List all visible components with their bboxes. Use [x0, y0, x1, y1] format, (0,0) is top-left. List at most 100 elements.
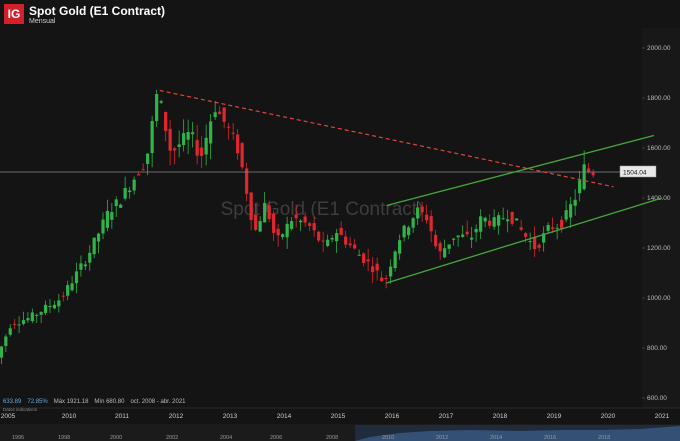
candle-body [281, 234, 285, 237]
candle-body [326, 239, 330, 247]
candle-body [182, 133, 186, 146]
candle-body [380, 277, 384, 282]
candle-body [92, 237, 96, 255]
candle-body [146, 153, 150, 164]
candle-body [591, 172, 595, 176]
candle-body [312, 223, 316, 231]
candle-body [420, 206, 424, 213]
candle-body [524, 233, 528, 237]
candle-body [501, 218, 505, 220]
navigator-tick-label: 2014 [490, 435, 502, 441]
x-tick-label: 2005 [1, 413, 16, 420]
candle-body [438, 243, 442, 252]
y-tick-label: 600.00 [647, 395, 667, 402]
stat-min: Mín 680.80 [94, 399, 125, 405]
candle-body [231, 132, 235, 134]
candle-body [299, 220, 303, 223]
candle-body [371, 266, 375, 273]
y-tick-label: 1200.00 [647, 245, 671, 252]
candle-body [213, 112, 217, 118]
candle-body [227, 126, 231, 128]
x-tick-label: 2010 [62, 413, 77, 420]
candle-body [276, 228, 280, 236]
indicative-data-label: Datos indicativos [3, 407, 38, 412]
x-tick-label: 2018 [493, 413, 508, 420]
candle-body [353, 244, 357, 249]
candle-body [578, 180, 582, 194]
stat-max: Máx 1921.18 [53, 399, 89, 405]
candle-body [357, 254, 361, 256]
x-tick-label: 2012 [169, 413, 184, 420]
navigator-tick-label: 2012 [436, 435, 448, 441]
y-tick-label: 1800.00 [647, 95, 671, 102]
candle-body [461, 234, 465, 237]
candle-body [21, 320, 26, 324]
price-chart[interactable]: 600.00800.001000.001200.001400.001600.00… [0, 0, 680, 441]
candle-body [13, 323, 17, 325]
candle-body [546, 225, 550, 231]
candle-body [384, 278, 388, 280]
candle-body [582, 164, 586, 190]
candle-body [303, 216, 307, 223]
x-tick-label: 2017 [439, 413, 454, 420]
y-tick-label: 1000.00 [647, 295, 671, 302]
candle-body [110, 212, 114, 220]
candle-body [497, 215, 501, 226]
x-tick-label: 2013 [223, 413, 238, 420]
candle-body [452, 238, 456, 240]
y-tick-label: 2000.00 [647, 45, 671, 52]
candle-body [308, 223, 312, 226]
candle-body [263, 202, 267, 223]
candle-body [57, 300, 61, 307]
candle-body [66, 285, 70, 296]
candle-body [398, 240, 402, 254]
candle-body [335, 233, 339, 242]
candle-body [537, 244, 541, 248]
x-tick-label: 2020 [601, 413, 616, 420]
navigator-tick-label: 2008 [326, 435, 338, 441]
candle-body [240, 143, 244, 168]
candle-body [128, 190, 132, 193]
candle-body [96, 233, 101, 242]
navigator-tick-label: 2006 [270, 435, 282, 441]
candle-body [191, 132, 195, 135]
candle-body [254, 214, 258, 230]
navigator-tick-label: 2000 [110, 435, 122, 441]
candle-body [434, 234, 438, 247]
candle-body [528, 241, 532, 243]
candle-body [456, 235, 460, 238]
candle-body [339, 227, 343, 235]
x-tick-label: 2021 [655, 413, 670, 420]
candle-body [564, 210, 568, 220]
candle-body [4, 336, 8, 346]
candle-body [573, 199, 577, 206]
candle-body [164, 112, 168, 132]
stats-bar: 633.89 72.85% Máx 1921.18 Mín 680.80 oct. 20… [3, 399, 192, 405]
candle-body [236, 134, 240, 154]
candle-body [17, 324, 21, 326]
candle-body [61, 295, 65, 297]
candle-body [407, 227, 411, 236]
candle-body [114, 199, 118, 207]
candle-body [26, 318, 30, 321]
candle-body [119, 204, 123, 208]
candle-body [443, 248, 447, 258]
candle-body [222, 107, 226, 122]
candle-body [83, 264, 87, 267]
candle-body [88, 252, 92, 263]
navigator-tick-label: 2004 [220, 435, 232, 441]
candle-body [132, 179, 136, 191]
candle-body [344, 236, 348, 245]
candle-body [362, 253, 366, 263]
candle-body [101, 219, 105, 234]
candle-body [411, 218, 415, 228]
candle-body [492, 217, 496, 227]
candle-body [488, 220, 492, 226]
y-tick-label: 800.00 [647, 345, 667, 352]
candle-body [551, 227, 555, 229]
candle-body [402, 225, 406, 238]
candle-body [8, 328, 12, 335]
candle-body [249, 192, 253, 221]
candle-body [0, 346, 4, 358]
candle-body [317, 231, 321, 241]
